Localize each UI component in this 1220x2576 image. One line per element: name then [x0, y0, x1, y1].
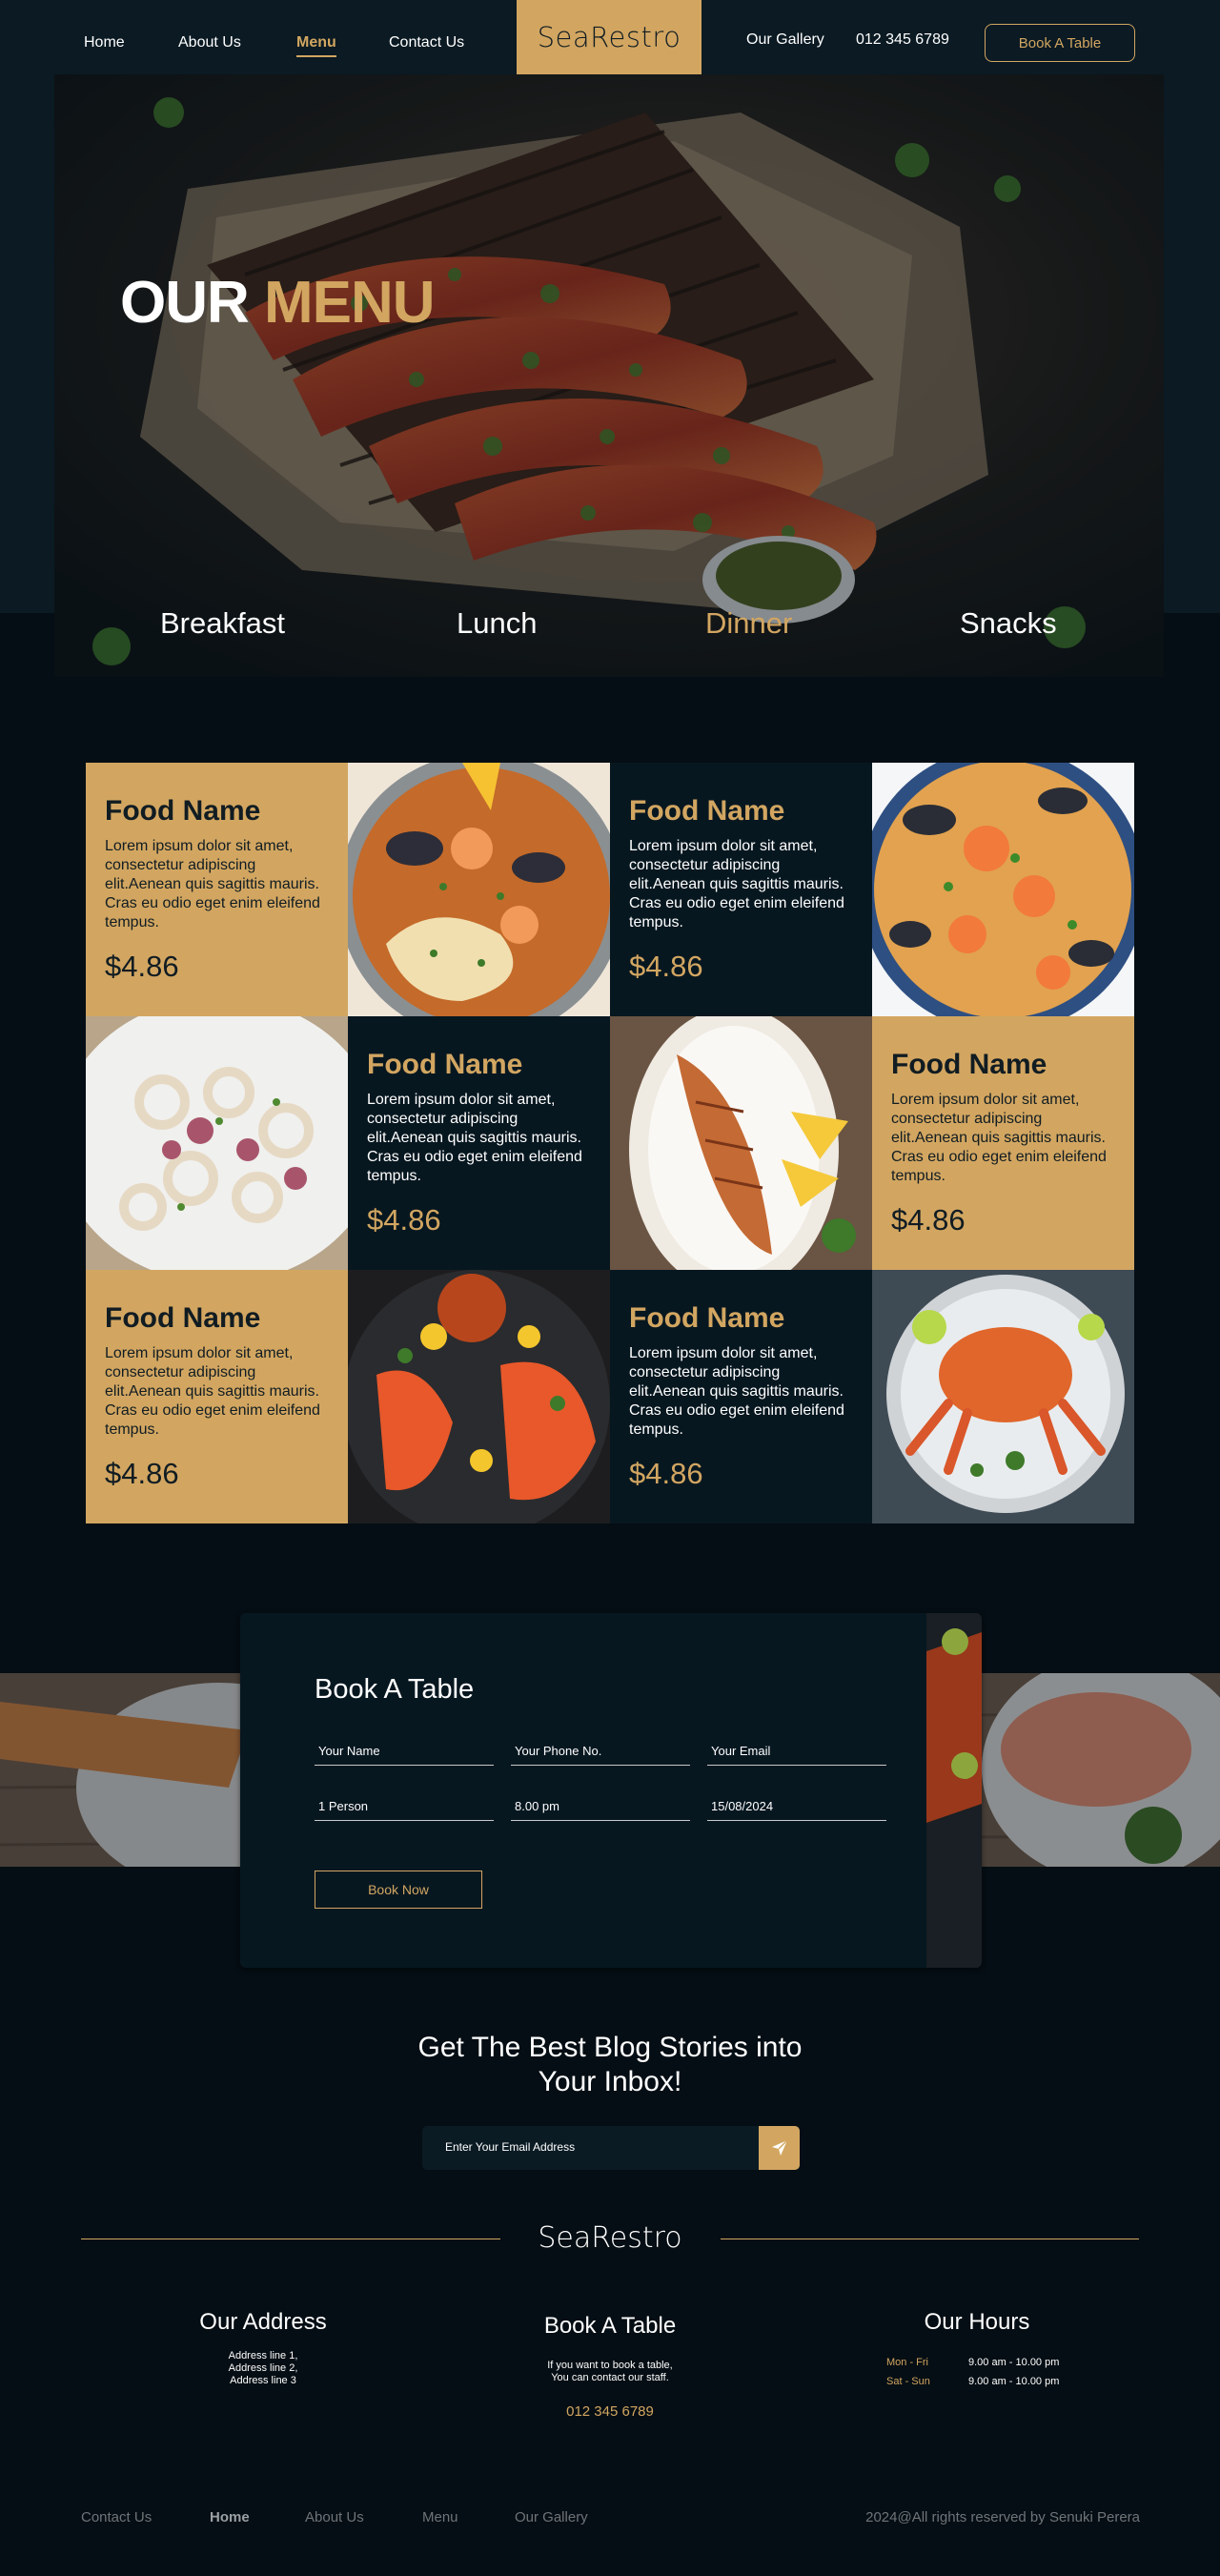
newsletter-submit-button[interactable] [759, 2126, 800, 2170]
food-description: Lorem ipsum dolor sit amet, consectetur … [629, 1345, 844, 1438]
food-price: $4.86 [105, 1457, 179, 1490]
menu-card[interactable]: Food Name Lorem ipsum dolor sit amet, co… [872, 1016, 1134, 1270]
footer-link-about-us[interactable]: About Us [305, 2509, 364, 2525]
food-photo-seafood-pasta [872, 763, 1134, 1016]
footer-booking-text-2: You can contact our staff. [551, 2372, 669, 2383]
brand-name: SeaRestro [537, 21, 681, 53]
food-name: Food Name [629, 795, 785, 827]
hours-time: 9.00 am - 10.00 pm [968, 2357, 1060, 2368]
footer-brand[interactable]: SeaRestro [515, 2221, 705, 2255]
food-price: $4.86 [629, 950, 703, 983]
address-title: Our Address [199, 2309, 327, 2335]
footer-link-contact-us[interactable]: Contact Us [81, 2509, 152, 2525]
tab-lunch[interactable]: Lunch [457, 606, 537, 641]
menu-card[interactable]: Food Name Lorem ipsum dolor sit amet, co… [610, 763, 872, 1016]
hours-time: 9.00 am - 10.00 pm [968, 2376, 1060, 2387]
newsletter-title: Get The Best Blog Stories into Your Inbo… [381, 2031, 839, 2099]
food-photo-crab [872, 1270, 1134, 1523]
footer-link-our-gallery[interactable]: Our Gallery [515, 2509, 588, 2525]
food-photo-seafood-stew [348, 763, 610, 1016]
food-price: $4.86 [891, 1203, 966, 1237]
email-field[interactable]: Your Email [707, 1737, 886, 1766]
page: OUR MENU Breakfast Lunch Dinner Snacks H… [0, 0, 1220, 2576]
food-name: Food Name [105, 795, 261, 827]
header-phone: 012 345 6789 [856, 31, 949, 48]
name-field[interactable]: Your Name [315, 1737, 494, 1766]
food-name: Food Name [367, 1049, 523, 1080]
send-icon [771, 2139, 788, 2156]
hours-day: Sat - Sun [886, 2376, 930, 2387]
footer-link-menu[interactable]: Menu [422, 2509, 458, 2525]
nav-menu[interactable]: Menu [296, 34, 336, 57]
food-price: $4.86 [105, 950, 179, 983]
food-name: Food Name [105, 1302, 261, 1334]
nav-our-gallery[interactable]: Our Gallery [746, 31, 824, 49]
food-photo-lobster-platter [348, 1270, 610, 1523]
address-line-1: Address line 1, [228, 2350, 298, 2361]
footer-phone[interactable]: 012 345 6789 [530, 2403, 690, 2420]
time-select[interactable]: 8.00 pm [511, 1792, 690, 1821]
booking-title: Book A Table [315, 1674, 475, 1705]
hours-title: Our Hours [924, 2309, 1030, 2335]
phone-field[interactable]: Your Phone No. [511, 1737, 690, 1766]
menu-card[interactable]: Food Name Lorem ipsum dolor sit amet, co… [86, 1270, 348, 1523]
menu-card[interactable]: Food Name Lorem ipsum dolor sit amet, co… [610, 1270, 872, 1523]
hero-title: OUR MENU [120, 269, 436, 337]
booking-form: Book A Table Your Name Your Phone No. Yo… [240, 1613, 982, 1968]
brand-logo[interactable]: SeaRestro [517, 0, 702, 74]
copyright-text: 2024@All rights reserved by Senuki Perer… [865, 2509, 1140, 2525]
food-description: Lorem ipsum dolor sit amet, consectetur … [629, 838, 844, 930]
tab-snacks[interactable]: Snacks [960, 606, 1057, 641]
menu-card[interactable]: Food Name Lorem ipsum dolor sit amet, co… [348, 1016, 610, 1270]
food-name: Food Name [891, 1049, 1047, 1080]
nav-home[interactable]: Home [84, 34, 125, 51]
hero-title-word-our: OUR [120, 270, 250, 336]
tab-breakfast[interactable]: Breakfast [160, 606, 285, 641]
footer-booking-text-1: If you want to book a table, [547, 2360, 673, 2371]
address-line-3: Address line 3 [230, 2375, 296, 2386]
newsletter-title-line1: Get The Best Blog Stories into [417, 2032, 803, 2063]
menu-card[interactable]: Food Name Lorem ipsum dolor sit amet, co… [86, 763, 348, 1016]
book-now-button[interactable]: Book Now [315, 1871, 482, 1909]
hero-title-word-menu: MENU [264, 270, 436, 336]
food-name: Food Name [629, 1302, 785, 1334]
newsletter-title-line2: Your Inbox! [538, 2066, 682, 2097]
address-line-2: Address line 2, [228, 2362, 298, 2374]
food-photo-grilled-fish [610, 1016, 872, 1270]
food-description: Lorem ipsum dolor sit amet, consectetur … [891, 1092, 1107, 1184]
footer-booking-title: Book A Table [543, 2313, 677, 2339]
guests-select[interactable]: 1 Person [315, 1792, 494, 1821]
hero-image [54, 74, 1164, 677]
food-description: Lorem ipsum dolor sit amet, consectetur … [105, 838, 320, 930]
footer-link-home[interactable]: Home [210, 2509, 250, 2525]
book-a-table-button[interactable]: Book A Table [985, 24, 1135, 62]
nav-about-us[interactable]: About Us [178, 34, 241, 51]
food-price: $4.86 [629, 1457, 703, 1490]
newsletter-email-input[interactable]: Enter Your Email Address [422, 2126, 759, 2170]
hours-day: Mon - Fri [886, 2357, 928, 2368]
nav-contact-us[interactable]: Contact Us [389, 34, 464, 51]
food-photo-calamari [86, 1016, 348, 1270]
tab-dinner[interactable]: Dinner [705, 606, 792, 641]
menu-grid: Food Name Lorem ipsum dolor sit amet, co… [86, 763, 1134, 1523]
food-description: Lorem ipsum dolor sit amet, consectetur … [105, 1345, 320, 1438]
date-field[interactable]: 15/08/2024 [707, 1792, 886, 1821]
booking-side-image [926, 1613, 982, 1968]
food-price: $4.86 [367, 1203, 441, 1237]
food-description: Lorem ipsum dolor sit amet, consectetur … [367, 1092, 582, 1184]
